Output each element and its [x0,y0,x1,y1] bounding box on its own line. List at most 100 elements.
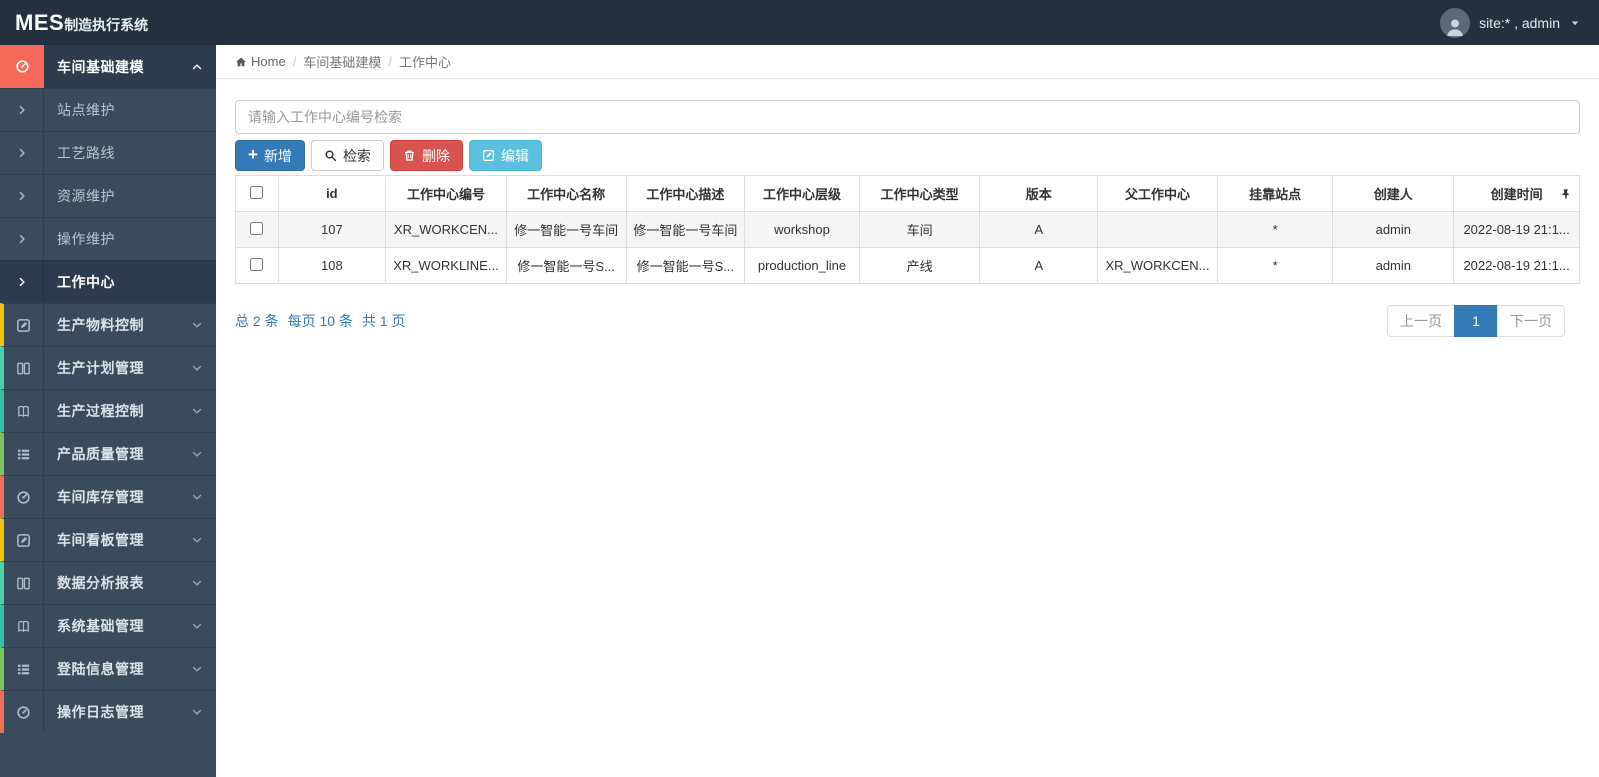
select-all-checkbox[interactable] [250,185,264,199]
row-checkbox[interactable] [250,221,264,235]
sidebar-item-process-control[interactable]: 生产过程控制 [0,389,216,432]
cell-parent: XR_WORKCEN... [1097,247,1218,284]
chevron-down-icon [191,706,203,718]
main-content: Home / 车间基础建模 / 工作中心 + 新增 检索 删除 编辑 [216,45,1599,777]
cell-id: 108 [277,247,387,284]
sidebar-subitem-work-center[interactable]: 工作中心 [0,260,216,303]
chevron-down-icon [191,319,203,331]
table-row[interactable]: 108 XR_WORKLINE... 修一智能一号S... 修一智能一号S...… [235,247,1580,284]
column-header-parent[interactable]: 父工作中心 [1097,175,1218,212]
cell-created-time: 2022-08-19 21:1... [1453,211,1580,248]
trash-icon [403,149,416,162]
sidebar-item-quality-management[interactable]: 产品质量管理 [0,432,216,475]
sidebar-item-label: 登陆信息管理 [57,661,144,677]
book-icon [4,605,44,647]
breadcrumb-section[interactable]: 车间基础建模 [303,52,381,71]
sidebar-item-plan-management[interactable]: 生产计划管理 [0,346,216,389]
cell-station: * [1216,211,1334,248]
gauge-icon [0,45,44,88]
sidebar-item-label: 操作日志管理 [57,704,144,720]
book-icon [4,390,44,432]
search-input[interactable] [235,100,1580,134]
breadcrumb-home[interactable]: Home [235,54,286,69]
pencil-square-icon [4,519,44,561]
sidebar: 车间基础建模 站点维护 工艺路线 资源维护 操作维护 工作中心 生产物料控制 生… [0,45,216,777]
chevron-right-icon [0,175,44,217]
table-row[interactable]: 107 XR_WORKCEN... 修一智能一号车间 修一智能一号车间 work… [235,211,1580,248]
column-header-code[interactable]: 工作中心编号 [385,175,507,212]
column-header-level[interactable]: 工作中心层级 [744,175,860,212]
cell-version: A [979,211,1099,248]
column-header-id[interactable]: id [277,175,387,212]
column-header-name[interactable]: 工作中心名称 [505,175,627,212]
row-checkbox-cell [235,247,279,284]
page-body: + 新增 检索 删除 编辑 [216,79,1599,337]
sidebar-item-operation-log[interactable]: 操作日志管理 [0,690,216,733]
column-header-description[interactable]: 工作中心描述 [625,175,746,212]
chevron-down-icon [191,620,203,632]
sidebar-item-data-analysis[interactable]: 数据分析报表 [0,561,216,604]
th-list-icon [4,433,44,475]
app-logo-text: MES [15,9,65,35]
columns-icon [4,347,44,389]
sidebar-item-label: 系统基础管理 [57,618,144,634]
pagination-row: 总 2 条 每页 10 条 共 1 页 上一页 1 下一页 [235,305,1580,337]
edit-button[interactable]: 编辑 [468,140,542,171]
home-icon [235,56,247,68]
delete-button[interactable]: 删除 [389,140,463,171]
sidebar-item-login-info[interactable]: 登陆信息管理 [0,647,216,690]
pin-icon[interactable] [1560,188,1572,200]
prev-page-button[interactable]: 上一页 [1387,305,1455,337]
sidebar-subitem-resource-maintenance[interactable]: 资源维护 [0,174,216,217]
column-header-type[interactable]: 工作中心类型 [858,175,981,212]
toolbar: + 新增 检索 删除 编辑 [235,140,1580,171]
sidebar-item-material-control[interactable]: 生产物料控制 [0,303,216,346]
sidebar-item-system-management[interactable]: 系统基础管理 [0,604,216,647]
cell-description: 修一智能一号S... [625,247,746,284]
sidebar-subitem-operation-maintenance[interactable]: 操作维护 [0,217,216,260]
cell-level: workshop [744,211,860,248]
chevron-right-icon [0,89,44,131]
sidebar-subitem-label: 资源维护 [57,188,115,204]
chevron-right-icon [0,218,44,260]
search-button[interactable]: 检索 [310,140,384,171]
gauge-icon [4,476,44,518]
app-logo[interactable]: MES 制造执行系统 [0,0,216,45]
next-page-button[interactable]: 下一页 [1497,305,1565,337]
sidebar-item-kanban-management[interactable]: 车间看板管理 [0,518,216,561]
chevron-down-icon [191,577,203,589]
chevron-down-icon [191,663,203,675]
avatar [1440,7,1471,38]
add-button[interactable]: + 新增 [235,140,305,171]
column-header-creator[interactable]: 创建人 [1332,175,1455,212]
chevron-down-icon [191,491,203,503]
column-header-label: 创建时间 [1490,187,1543,202]
breadcrumb-current: 工作中心 [398,55,451,70]
chevron-down-icon [191,362,203,374]
breadcrumb-separator: / [292,54,297,69]
chevron-right-icon [0,261,44,303]
sidebar-item-workshop-modeling[interactable]: 车间基础建模 [0,45,216,88]
pagination: 上一页 1 下一页 [1387,305,1565,337]
cell-station: * [1216,247,1334,284]
column-header-created-time[interactable]: 创建时间 [1453,175,1580,212]
column-header-version[interactable]: 版本 [979,175,1099,212]
sidebar-item-label: 车间基础建模 [57,58,144,75]
sidebar-subitem-station-maintenance[interactable]: 站点维护 [0,88,216,131]
sidebar-item-inventory-management[interactable]: 车间库存管理 [0,475,216,518]
user-menu[interactable]: site:* , admin [1422,0,1599,45]
page-count-link[interactable]: 共 1 页 [362,311,406,331]
cell-version: A [979,247,1099,284]
sidebar-item-label: 数据分析报表 [57,575,144,591]
page-1-button[interactable]: 1 [1454,305,1498,337]
plus-icon: + [248,145,258,164]
total-count-link[interactable]: 总 2 条 [235,311,279,331]
topbar: MES 制造执行系统 site:* , admin [0,0,1599,45]
chevron-down-icon [191,448,203,460]
column-header-station[interactable]: 挂靠站点 [1216,175,1334,212]
sidebar-subitem-process-route[interactable]: 工艺路线 [0,131,216,174]
breadcrumb: Home / 车间基础建模 / 工作中心 [216,45,1599,79]
page-size-link[interactable]: 每页 10 条 [288,311,353,331]
row-checkbox[interactable] [250,257,264,271]
sidebar-item-label: 车间看板管理 [57,532,144,548]
